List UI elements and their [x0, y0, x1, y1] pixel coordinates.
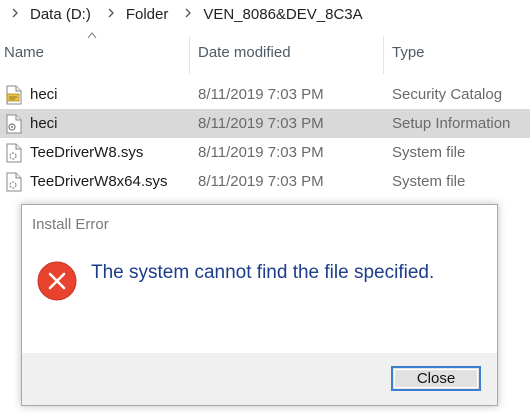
- file-type: Setup Information: [392, 115, 511, 132]
- error-icon: [37, 261, 77, 301]
- breadcrumb-item-folder[interactable]: Folder: [126, 6, 169, 23]
- file-type: System file: [392, 173, 466, 190]
- file-name: heci: [30, 115, 58, 132]
- file-name: TeeDriverW8.sys: [30, 144, 144, 161]
- column-headers: Name Date modified Type: [0, 28, 530, 76]
- file-row[interactable]: TeeDriverW8.sys 8/11/2019 7:03 PM System…: [0, 138, 530, 167]
- breadcrumb-item-current[interactable]: VEN_8086&DEV_8C3A: [203, 6, 362, 23]
- system-file-icon: [6, 143, 22, 163]
- file-name: heci: [30, 86, 58, 103]
- chevron-right-icon[interactable]: [181, 7, 195, 21]
- file-name: TeeDriverW8x64.sys: [30, 173, 168, 190]
- system-file-icon: [6, 172, 22, 192]
- chevron-right-icon[interactable]: [104, 7, 118, 21]
- dialog-footer: Close: [22, 353, 497, 405]
- file-type: Security Catalog: [392, 86, 503, 103]
- column-divider[interactable]: [383, 36, 384, 74]
- file-date: 8/11/2019 7:03 PM: [198, 86, 324, 103]
- security-catalog-icon: [6, 85, 22, 105]
- column-header-name[interactable]: Name: [4, 28, 188, 76]
- file-type: System file: [392, 144, 466, 161]
- column-header-type[interactable]: Type: [392, 28, 522, 76]
- file-list: heci 8/11/2019 7:03 PM Security Catalog …: [0, 80, 530, 196]
- column-header-date-modified[interactable]: Date modified: [198, 28, 382, 76]
- file-date: 8/11/2019 7:03 PM: [198, 144, 324, 161]
- dialog-message: The system cannot find the file specifie…: [91, 262, 435, 283]
- file-date: 8/11/2019 7:03 PM: [198, 173, 324, 190]
- dialog-title: Install Error: [32, 216, 109, 233]
- column-divider[interactable]: [189, 36, 190, 74]
- file-row-selected[interactable]: heci 8/11/2019 7:03 PM Setup Information: [0, 109, 530, 138]
- file-row[interactable]: heci 8/11/2019 7:03 PM Security Catalog: [0, 80, 530, 109]
- setup-information-icon: [6, 114, 22, 134]
- breadcrumb-item-drive[interactable]: Data (D:): [30, 6, 91, 23]
- close-button[interactable]: Close: [391, 366, 481, 391]
- file-row[interactable]: TeeDriverW8x64.sys 8/11/2019 7:03 PM Sys…: [0, 167, 530, 196]
- chevron-right-icon[interactable]: [8, 7, 22, 21]
- file-date: 8/11/2019 7:03 PM: [198, 115, 324, 132]
- install-error-dialog: Install Error The system cannot find the…: [21, 204, 498, 406]
- breadcrumb: Data (D:) Folder VEN_8086&DEV_8C3A: [0, 0, 530, 28]
